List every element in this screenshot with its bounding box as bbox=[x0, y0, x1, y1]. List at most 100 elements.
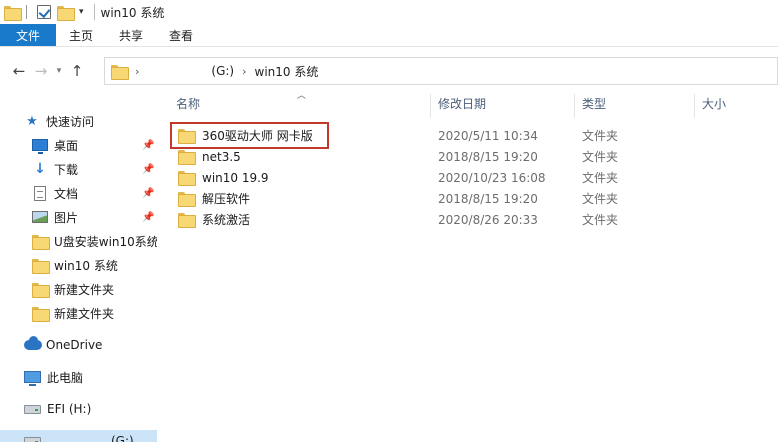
table-row[interactable]: win10 19.9 2020/10/23 16:08 文件夹 bbox=[168, 167, 778, 188]
sidebar-item-desktop[interactable]: 桌面 📌 bbox=[0, 134, 157, 156]
folder-icon bbox=[32, 258, 50, 274]
folder-icon bbox=[111, 64, 129, 80]
sidebar-item-this-pc[interactable]: 此电脑 bbox=[0, 366, 157, 388]
sort-ascending-icon[interactable]: ︿ bbox=[297, 88, 306, 101]
drive-icon bbox=[24, 404, 41, 414]
folder-icon bbox=[32, 282, 50, 298]
file-type: 文件夹 bbox=[582, 192, 619, 206]
column-header-date[interactable]: 修改日期 bbox=[438, 95, 486, 112]
chevron-right-icon[interactable]: › bbox=[135, 65, 139, 78]
window-title: win10 系统 bbox=[100, 5, 165, 20]
sidebar-item-label: 文档 bbox=[54, 186, 79, 201]
sidebar-item-label: OneDrive bbox=[46, 338, 103, 352]
folder-icon bbox=[178, 171, 196, 186]
column-divider[interactable] bbox=[430, 94, 431, 118]
file-date: 2018/8/15 19:20 bbox=[438, 149, 538, 164]
desktop-icon bbox=[32, 139, 48, 154]
arrow-up-icon[interactable]: ↑ bbox=[66, 60, 88, 82]
folder-icon bbox=[4, 5, 22, 21]
sidebar-item-usb-install[interactable]: U盘安装win10系统 bbox=[0, 230, 157, 252]
sidebar-item-efi-drive[interactable]: EFI (H:) bbox=[0, 398, 157, 420]
column-divider[interactable] bbox=[694, 94, 695, 118]
folder-icon bbox=[178, 213, 196, 228]
navigation-bar: ← → ▾ ↑ › (G:) › win10 系统 bbox=[0, 55, 778, 87]
column-header-name[interactable]: 名称 bbox=[176, 95, 200, 112]
pin-icon[interactable]: 📌 bbox=[142, 188, 154, 199]
tab-file[interactable]: 文件 bbox=[0, 24, 56, 46]
tab-share[interactable]: 共享 bbox=[106, 24, 156, 46]
table-row[interactable]: net3.5 2018/8/15 19:20 文件夹 bbox=[168, 146, 778, 167]
sidebar-item-label: 快速访问 bbox=[46, 114, 95, 129]
sidebar-item-onedrive[interactable]: OneDrive bbox=[0, 334, 157, 356]
file-name: 系统激活 bbox=[202, 213, 251, 227]
sidebar-item-label: 此电脑 bbox=[47, 370, 84, 385]
pin-icon[interactable]: 📌 bbox=[142, 164, 154, 175]
file-type: 文件夹 bbox=[582, 150, 619, 164]
column-divider[interactable] bbox=[574, 94, 575, 118]
breadcrumb-drive[interactable]: (G:) bbox=[211, 64, 234, 78]
sidebar-item-quick-access[interactable]: ★ 快速访问 bbox=[0, 110, 157, 132]
pin-icon[interactable]: 📌 bbox=[142, 212, 154, 223]
column-header-type[interactable]: 类型 bbox=[582, 95, 606, 112]
chevron-down-icon[interactable]: ▾ bbox=[52, 66, 66, 76]
folder-icon bbox=[178, 192, 196, 207]
sidebar-item-g-drive[interactable]: (G:) bbox=[0, 430, 157, 442]
file-date: 2020/10/23 16:08 bbox=[438, 170, 546, 185]
divider bbox=[93, 4, 95, 20]
title-bar: ▾ win10 系统 bbox=[0, 0, 778, 24]
table-row[interactable]: 360驱动大师 网卡版 2020/5/11 10:34 文件夹 bbox=[168, 125, 778, 146]
file-name: 360驱动大师 网卡版 bbox=[202, 129, 313, 143]
file-list: ︿ 名称 修改日期 类型 大小 360驱动大师 网卡版 2020/5/11 10… bbox=[162, 88, 778, 442]
arrow-right-icon[interactable]: → bbox=[30, 60, 52, 82]
sidebar-item-label: win10 系统 bbox=[54, 258, 118, 273]
ribbon-tabs: 文件 主页 共享 查看 bbox=[0, 24, 778, 47]
file-name: win10 19.9 bbox=[202, 170, 269, 185]
folder-icon bbox=[178, 129, 196, 144]
table-row[interactable]: 系统激活 2020/8/26 20:33 文件夹 bbox=[168, 209, 778, 230]
table-row[interactable]: 解压软件 2018/8/15 19:20 文件夹 bbox=[168, 188, 778, 209]
folder-icon bbox=[178, 150, 196, 165]
tab-view[interactable]: 查看 bbox=[156, 24, 206, 46]
sidebar-item-label: EFI (H:) bbox=[47, 402, 92, 416]
quick-access-dropdown-icon[interactable]: ▾ bbox=[79, 7, 84, 17]
navigation-pane: ★ 快速访问 桌面 📌 ↓ 下载 📌 文档 📌 图片 📌 U盘安装win10系统… bbox=[0, 88, 157, 442]
file-type: 文件夹 bbox=[582, 213, 619, 227]
new-folder-icon[interactable] bbox=[57, 5, 75, 21]
sidebar-item-new-folder-2[interactable]: 新建文件夹 bbox=[0, 302, 157, 324]
divider bbox=[26, 5, 27, 19]
sidebar-item-label: 下载 bbox=[54, 162, 79, 177]
sidebar-item-label: 桌面 bbox=[54, 138, 79, 153]
file-date: 2018/8/15 19:20 bbox=[438, 191, 538, 206]
sidebar-item-win10-system[interactable]: win10 系统 bbox=[0, 254, 157, 276]
column-header-size[interactable]: 大小 bbox=[702, 95, 726, 112]
address-bar[interactable]: › (G:) › win10 系统 bbox=[104, 57, 778, 85]
sidebar-item-pictures[interactable]: 图片 📌 bbox=[0, 206, 157, 228]
properties-check-icon[interactable] bbox=[37, 5, 51, 19]
sidebar-item-documents[interactable]: 文档 📌 bbox=[0, 182, 157, 204]
computer-icon bbox=[24, 371, 41, 386]
file-type: 文件夹 bbox=[582, 171, 619, 185]
file-name: net3.5 bbox=[202, 149, 241, 164]
folder-icon bbox=[32, 306, 50, 322]
sidebar-item-downloads[interactable]: ↓ 下载 📌 bbox=[0, 158, 157, 180]
file-date: 2020/5/11 10:34 bbox=[438, 128, 538, 143]
star-icon: ★ bbox=[26, 113, 38, 129]
chevron-right-icon[interactable]: › bbox=[242, 65, 246, 78]
document-icon bbox=[34, 185, 46, 201]
tab-home[interactable]: 主页 bbox=[56, 24, 106, 46]
sidebar-item-label: 新建文件夹 bbox=[54, 306, 115, 321]
folder-icon bbox=[32, 234, 50, 250]
drive-icon bbox=[24, 436, 41, 442]
sidebar-item-label: (G:) bbox=[111, 434, 134, 442]
sidebar-item-label: U盘安装win10系统 bbox=[54, 234, 157, 249]
file-type: 文件夹 bbox=[582, 129, 619, 143]
sidebar-item-label: 新建文件夹 bbox=[54, 282, 115, 297]
arrow-left-icon[interactable]: ← bbox=[8, 60, 30, 82]
breadcrumb-folder[interactable]: win10 系统 bbox=[255, 63, 319, 80]
file-name: 解压软件 bbox=[202, 192, 251, 206]
file-date: 2020/8/26 20:33 bbox=[438, 212, 538, 227]
pictures-icon bbox=[32, 211, 48, 223]
sidebar-item-new-folder[interactable]: 新建文件夹 bbox=[0, 278, 157, 300]
pin-icon[interactable]: 📌 bbox=[142, 140, 154, 151]
download-icon: ↓ bbox=[34, 161, 46, 177]
